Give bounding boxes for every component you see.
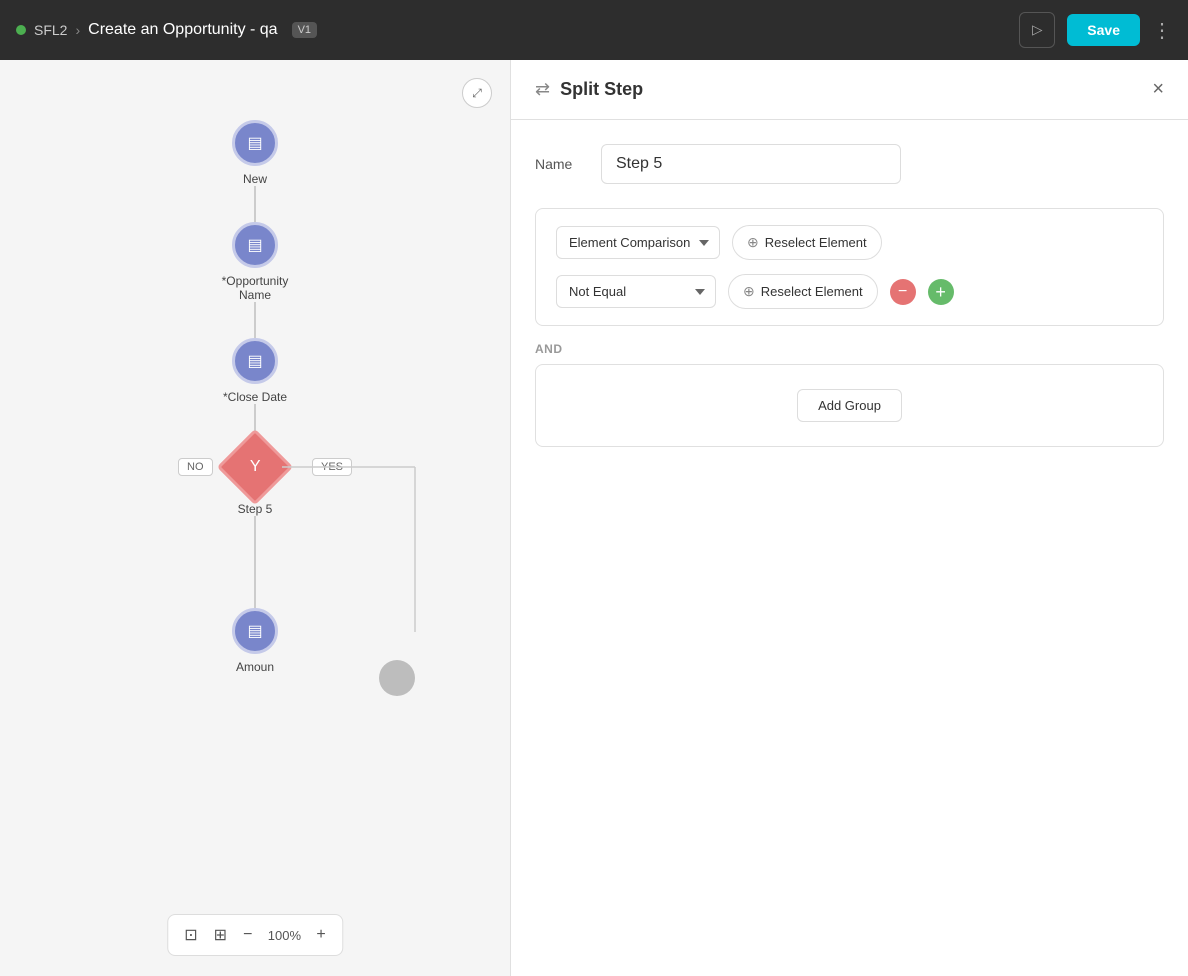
fit-button[interactable]: ⊡ bbox=[180, 921, 201, 949]
node-close-date-icon: ▤ bbox=[247, 351, 262, 371]
map-button[interactable]: ⊞ bbox=[210, 921, 231, 949]
connector-4 bbox=[254, 562, 256, 608]
and-label: AND bbox=[535, 342, 1164, 356]
node-close-date[interactable]: ▤ *Close Date bbox=[223, 338, 287, 404]
map-icon: ⊞ bbox=[214, 927, 227, 944]
header-right: ▷ Save ⋮ bbox=[1019, 12, 1172, 48]
condition-row-2: Not Equal ⊕ Reselect Element − + bbox=[556, 274, 1143, 309]
zoom-level: 100% bbox=[264, 928, 304, 943]
zoom-out-button[interactable]: − bbox=[239, 922, 256, 948]
connector-1 bbox=[254, 186, 256, 222]
play-button[interactable]: ▷ bbox=[1019, 12, 1055, 48]
node-amount[interactable]: ▤ Amoun bbox=[232, 608, 278, 674]
canvas-toolbar: ⊡ ⊞ − 100% + bbox=[167, 914, 343, 956]
main-layout: ⤢ ▤ New ▤ *Opportunity Name bbox=[0, 60, 1188, 976]
close-panel-button[interactable]: × bbox=[1152, 78, 1164, 101]
zoom-in-button[interactable]: + bbox=[312, 922, 329, 948]
reselect-element-button-2[interactable]: ⊕ Reselect Element bbox=[728, 274, 878, 309]
plus-icon: + bbox=[935, 283, 946, 301]
reselect-icon-1: ⊕ bbox=[747, 234, 759, 251]
split-step-panel: ⇄ Split Step × Name Element Comparison bbox=[510, 60, 1188, 976]
node-close-date-circle: ▤ bbox=[232, 338, 278, 384]
add-group-block: Add Group bbox=[535, 364, 1164, 447]
sfl-label: SFL2 bbox=[34, 22, 67, 38]
node-amount-icon: ▤ bbox=[247, 621, 262, 641]
header-left: SFL2 › Create an Opportunity - qa V1 bbox=[16, 21, 317, 39]
node-new-icon: ▤ bbox=[247, 133, 262, 153]
connector-no bbox=[254, 516, 256, 562]
node-amount-circle: ▤ bbox=[232, 608, 278, 654]
panel-title-row: ⇄ Split Step bbox=[535, 79, 643, 100]
fit-icon: ⊡ bbox=[184, 927, 197, 944]
split-step-icon: ⇄ bbox=[535, 79, 550, 100]
collapse-button[interactable]: ⤢ bbox=[462, 78, 492, 108]
panel-title: Split Step bbox=[560, 79, 643, 100]
app-header: SFL2 › Create an Opportunity - qa V1 ▷ S… bbox=[0, 0, 1188, 60]
more-options-button[interactable]: ⋮ bbox=[1152, 18, 1172, 43]
remove-condition-button[interactable]: − bbox=[890, 279, 916, 305]
zoom-in-icon: + bbox=[316, 926, 325, 943]
node-new-label: New bbox=[243, 172, 267, 186]
step5-diamond-icon: Y bbox=[250, 458, 261, 476]
flow-container: ▤ New ▤ *Opportunity Name ▤ *Close Date bbox=[210, 120, 300, 674]
condition-block: Element Comparison ⊕ Reselect Element No… bbox=[535, 208, 1164, 326]
flow-canvas[interactable]: ⤢ ▤ New ▤ *Opportunity Name bbox=[0, 60, 510, 976]
condition-row-1: Element Comparison ⊕ Reselect Element bbox=[556, 225, 1143, 260]
no-label: NO bbox=[178, 458, 213, 476]
add-condition-button[interactable]: + bbox=[928, 279, 954, 305]
breadcrumb-chevron: › bbox=[75, 22, 80, 38]
node-new[interactable]: ▤ New bbox=[232, 120, 278, 186]
reselect-element-button-1[interactable]: ⊕ Reselect Element bbox=[732, 225, 882, 260]
play-icon: ▷ bbox=[1032, 22, 1042, 38]
node-opportunity-icon: ▤ bbox=[247, 235, 262, 255]
panel-header: ⇄ Split Step × bbox=[511, 60, 1188, 120]
node-step5-container: Y YES NO Step 5 bbox=[228, 440, 282, 562]
node-opportunity-name[interactable]: ▤ *Opportunity Name bbox=[210, 222, 300, 302]
reselect-label-1: Reselect Element bbox=[765, 235, 867, 250]
condition-type-select-2[interactable]: Not Equal bbox=[556, 275, 716, 308]
node-gray-row bbox=[254, 562, 256, 608]
name-input[interactable] bbox=[601, 144, 901, 184]
node-opportunity-label: *Opportunity Name bbox=[210, 274, 300, 302]
panel-body: Name Element Comparison ⊕ Reselect Eleme… bbox=[511, 120, 1188, 976]
node-close-date-label: *Close Date bbox=[223, 390, 287, 404]
step5-diamond: Y bbox=[217, 429, 293, 505]
node-opportunity-circle: ▤ bbox=[232, 222, 278, 268]
name-field-row: Name bbox=[535, 144, 1164, 184]
zoom-out-icon: − bbox=[243, 926, 252, 943]
minus-icon: − bbox=[898, 284, 907, 300]
node-amount-label: Amoun bbox=[236, 660, 274, 674]
reselect-label-2: Reselect Element bbox=[761, 284, 863, 299]
version-badge: V1 bbox=[292, 22, 317, 38]
node-new-circle: ▤ bbox=[232, 120, 278, 166]
yes-endpoint bbox=[379, 660, 415, 696]
node-step5[interactable]: Y YES NO bbox=[228, 440, 282, 494]
condition-type-select-1[interactable]: Element Comparison bbox=[556, 226, 720, 259]
page-title: Create an Opportunity - qa bbox=[88, 21, 277, 39]
status-dot bbox=[16, 25, 26, 35]
save-button[interactable]: Save bbox=[1067, 14, 1140, 46]
connector-2 bbox=[254, 302, 256, 338]
name-label: Name bbox=[535, 156, 585, 172]
gray-circle-node bbox=[379, 660, 415, 696]
node-step5-label: Step 5 bbox=[238, 502, 273, 516]
yes-label: YES bbox=[312, 458, 352, 476]
reselect-icon-2: ⊕ bbox=[743, 283, 755, 300]
add-group-button[interactable]: Add Group bbox=[797, 389, 902, 422]
yes-branch-svg bbox=[255, 467, 455, 667]
collapse-icon: ⤢ bbox=[472, 86, 482, 101]
